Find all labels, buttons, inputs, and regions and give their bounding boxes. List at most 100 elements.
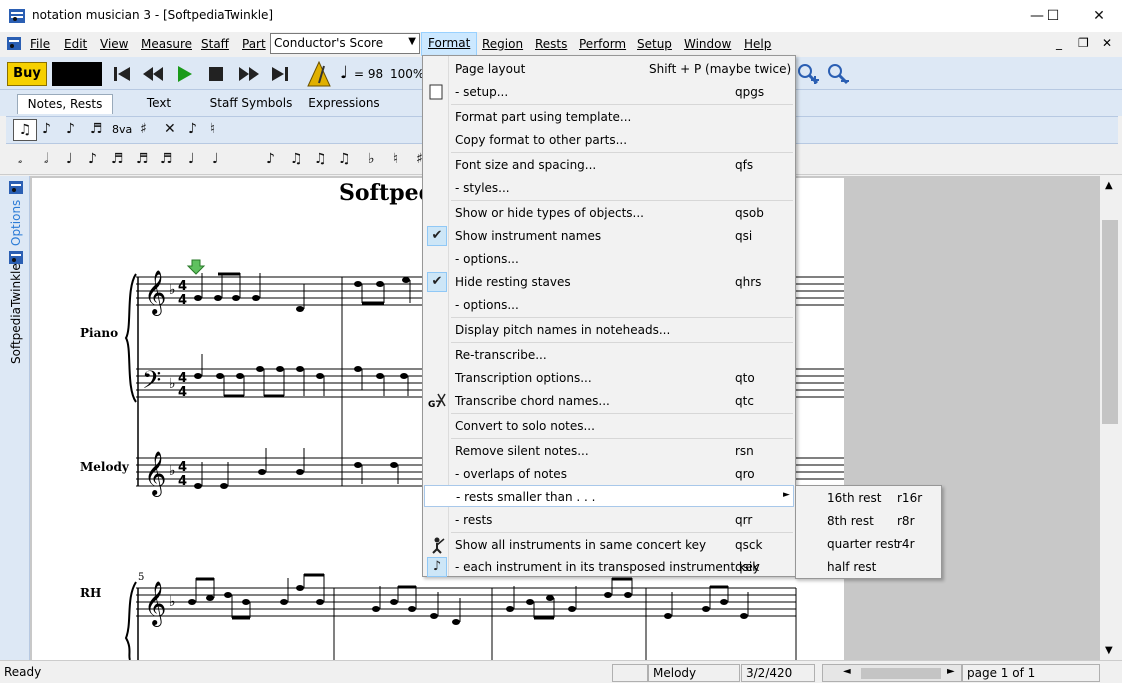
- menu-item-show-instrument-names[interactable]: ✔ Show instrument names qsi: [424, 225, 794, 247]
- menu-item-page-layout[interactable]: Page layout Shift + P (maybe twice): [424, 58, 794, 80]
- menu-item-instrument-name-options[interactable]: - options...: [424, 248, 794, 270]
- title-bar: notation musician 3 - [SoftpediaTwinkle]…: [0, 0, 1122, 32]
- tab-expressions[interactable]: Expressions: [303, 94, 385, 114]
- scroll-left-icon[interactable]: ◄: [843, 666, 851, 677]
- septuplet-icon[interactable]: ♫: [338, 151, 351, 167]
- menu-setup[interactable]: Setup: [637, 37, 672, 51]
- score-view-select[interactable]: Conductor's Score ▼: [270, 33, 420, 54]
- double-dotted-note-icon[interactable]: ♩: [212, 151, 219, 167]
- menu-staff[interactable]: Staff: [201, 37, 229, 51]
- maximize-button[interactable]: ☐: [1030, 0, 1076, 32]
- no-tuplet-icon[interactable]: ♪: [266, 151, 275, 167]
- quarter-note-tool-icon[interactable]: ♩: [66, 151, 73, 167]
- whole-note-icon[interactable]: 𝅗: [18, 151, 22, 167]
- scroll-down-icon[interactable]: ▼: [1105, 645, 1113, 656]
- mdi-minimize-button[interactable]: _: [1056, 36, 1062, 50]
- triplet-icon[interactable]: ♫: [290, 151, 303, 167]
- menu-edit[interactable]: Edit: [64, 37, 87, 51]
- menu-rests[interactable]: Rests: [535, 37, 567, 51]
- svg-text:4: 4: [178, 385, 187, 400]
- menu-file[interactable]: File: [30, 37, 50, 51]
- menu-item-transcribe-chords[interactable]: G7 Transcribe chord names... qtc: [424, 390, 794, 412]
- note-entry-tool-icon[interactable]: ♫: [13, 119, 37, 141]
- status-field-blank: [612, 664, 648, 682]
- scrollbar-thumb[interactable]: [1102, 220, 1118, 424]
- pitch-tool-icon[interactable]: ♪: [42, 121, 51, 137]
- buy-button[interactable]: Buy: [7, 62, 47, 86]
- ornament-tool-icon[interactable]: ✕: [164, 121, 176, 137]
- tab-text[interactable]: Text: [118, 94, 200, 114]
- menu-item-overlaps[interactable]: - overlaps of notes qro: [424, 463, 794, 485]
- menu-help[interactable]: Help: [744, 37, 771, 51]
- menu-item-resting-staves-options[interactable]: - options...: [424, 294, 794, 316]
- options-tab[interactable]: Options: [9, 200, 23, 246]
- menu-item-transposed-key[interactable]: ♪ - each instrument in its transposed in…: [424, 556, 794, 578]
- menu-perform[interactable]: Perform: [579, 37, 626, 51]
- menu-item-format-template[interactable]: Format part using template...: [424, 106, 794, 128]
- options-icon[interactable]: [8, 180, 24, 196]
- submenu-item-half-rest[interactable]: half rest: [797, 556, 940, 578]
- beam-tool-icon[interactable]: ♬: [90, 121, 103, 137]
- menu-window[interactable]: Window: [684, 37, 731, 51]
- menu-item-show-hide-objects[interactable]: Show or hide types of objects... qsob: [424, 202, 794, 224]
- menu-separator: [451, 317, 793, 318]
- menu-item-concert-key[interactable]: Show all instruments in same concert key…: [424, 534, 794, 556]
- natural-tool-icon[interactable]: ♮: [393, 151, 398, 167]
- piano-treble-notes: [194, 273, 411, 312]
- rewind-start-icon[interactable]: [112, 65, 132, 83]
- grace-note-tool-icon[interactable]: ♪: [188, 121, 197, 137]
- zoom-in-icon[interactable]: [796, 62, 820, 86]
- menu-item-rests-smaller-than[interactable]: - rests smaller than . . . ►: [424, 485, 794, 507]
- scroll-right-icon[interactable]: ►: [947, 666, 955, 677]
- menu-part[interactable]: Part: [242, 37, 266, 51]
- menu-item-remove-silent-notes[interactable]: Remove silent notes... rsn: [424, 440, 794, 462]
- horizontal-scrollbar-thumb[interactable]: [861, 668, 941, 679]
- fast-forward-icon[interactable]: [238, 65, 260, 83]
- submenu-item-8th-rest[interactable]: 8th rest r8r: [797, 510, 940, 532]
- zoom-out-icon[interactable]: [826, 62, 850, 86]
- menu-item-rests[interactable]: - rests qrr: [424, 509, 794, 531]
- eighth-note-icon[interactable]: ♪: [88, 151, 97, 167]
- menu-item-page-setup[interactable]: - setup... qpgs: [424, 81, 794, 103]
- menu-item-retranscribe[interactable]: Re-transcribe...: [424, 344, 794, 366]
- metronome-icon[interactable]: [306, 61, 332, 87]
- tab-notes-rests[interactable]: Notes, Rests: [17, 94, 113, 114]
- half-note-icon[interactable]: 𝅗𝅥: [44, 151, 48, 167]
- menu-item-styles[interactable]: - styles...: [424, 177, 794, 199]
- octave-tool[interactable]: 8va: [112, 123, 132, 136]
- menu-format[interactable]: Format: [421, 32, 478, 56]
- close-button[interactable]: ✕: [1076, 0, 1122, 32]
- flat-tool-icon[interactable]: ♭: [368, 151, 375, 167]
- menu-measure[interactable]: Measure: [141, 37, 192, 51]
- mdi-restore-button[interactable]: ❐: [1078, 36, 1089, 50]
- tab-staff-symbols[interactable]: Staff Symbols: [205, 94, 297, 114]
- app-icon: [9, 9, 25, 23]
- scroll-up-icon[interactable]: ▲: [1105, 180, 1113, 191]
- forward-end-icon[interactable]: [270, 65, 290, 83]
- sixteenth-note-icon[interactable]: ♬: [111, 151, 124, 167]
- rewind-icon[interactable]: [142, 65, 164, 83]
- play-icon[interactable]: [176, 64, 194, 84]
- mdi-close-button[interactable]: ✕: [1102, 36, 1112, 50]
- menu-item-transcription-options[interactable]: Transcription options... qto: [424, 367, 794, 389]
- menu-item-pitch-names[interactable]: Display pitch names in noteheads...: [424, 319, 794, 341]
- menu-region[interactable]: Region: [482, 37, 523, 51]
- stop-icon[interactable]: [207, 65, 225, 83]
- accidental-tool-icon[interactable]: ♯: [140, 121, 147, 137]
- trill-tool-icon[interactable]: ♮: [210, 121, 215, 137]
- menu-item-convert-solo[interactable]: Convert to solo notes...: [424, 415, 794, 437]
- quintuplet-icon[interactable]: ♫: [314, 151, 327, 167]
- submenu-item-quarter-rest[interactable]: quarter rest r4r: [797, 533, 940, 555]
- sixty-fourth-note-icon[interactable]: ♬: [160, 151, 173, 167]
- menu-item-font-size[interactable]: Font size and spacing... qfs: [424, 154, 794, 176]
- thirty-second-note-icon[interactable]: ♬: [136, 151, 149, 167]
- menu-item-copy-format[interactable]: Copy format to other parts...: [424, 129, 794, 151]
- horizontal-scrollbar[interactable]: ◄ ►: [822, 664, 962, 682]
- dotted-note-icon[interactable]: ♩: [188, 151, 195, 167]
- status-staff: Melody: [648, 664, 740, 682]
- document-tab[interactable]: SoftpediaTwinkle: [9, 263, 23, 364]
- submenu-item-16th-rest[interactable]: 16th rest r16r: [797, 487, 940, 509]
- menu-view[interactable]: View: [100, 37, 128, 51]
- menu-item-hide-resting-staves[interactable]: ✔ Hide resting staves qhrs: [424, 271, 794, 293]
- tie-tool-icon[interactable]: ♪: [66, 121, 75, 137]
